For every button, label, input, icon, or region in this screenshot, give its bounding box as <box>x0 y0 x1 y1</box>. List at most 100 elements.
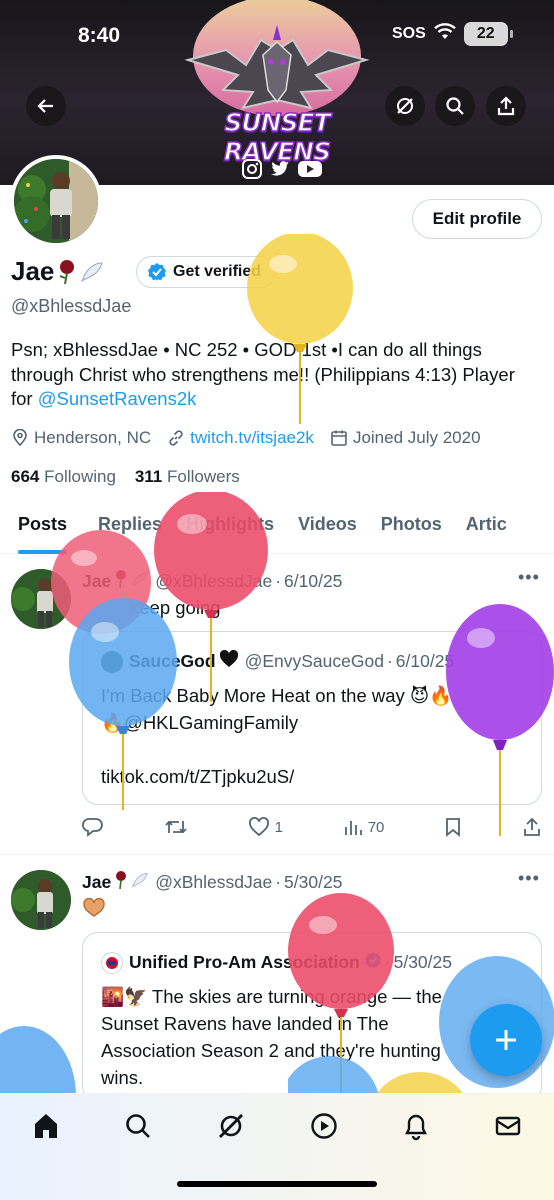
website-link[interactable]: twitch.tv/itsjae2k <box>190 428 314 448</box>
post-actions: 1 70 <box>82 817 542 837</box>
compose-button[interactable] <box>470 1004 542 1076</box>
tab-articles[interactable]: Artic <box>466 500 507 553</box>
post-avatar[interactable] <box>11 569 71 629</box>
repost-icon <box>165 820 187 834</box>
plus-icon <box>496 1030 516 1050</box>
post-dot: · <box>275 571 282 591</box>
tab-highlights[interactable]: Highlights <box>186 500 274 553</box>
quote-line-3[interactable]: tiktok.com/t/ZTjpku2uS/ <box>101 763 531 790</box>
more-options-icon[interactable]: ••• <box>518 868 540 889</box>
quote-dot: · <box>384 952 391 972</box>
post-item[interactable]: Jae @xBhlessdJae · 6/10/25 ••• keep goin… <box>0 555 554 855</box>
wifi-icon <box>433 22 456 46</box>
fire-icon: 🔥 <box>429 685 453 706</box>
location-text: Henderson, NC <box>34 428 152 447</box>
quote-author-name: SauceGod <box>129 651 216 671</box>
profile-meta: Henderson, NC twitch.tv/itsjae2k Joined … <box>11 428 497 448</box>
black-heart-icon <box>219 649 239 673</box>
repost-button[interactable] <box>164 817 188 837</box>
following-link[interactable]: 664 Following <box>11 467 116 486</box>
link-icon <box>169 430 183 446</box>
quote-handle: @EnvySauceGod <box>244 651 384 671</box>
website-item[interactable]: twitch.tv/itsjae2k <box>167 428 314 448</box>
more-options-icon[interactable]: ••• <box>518 567 540 588</box>
profile-bio: Psn; xBhlessdJae • NC 252 • GOD 1st •I c… <box>11 338 541 412</box>
search-button[interactable] <box>435 86 475 126</box>
views-button[interactable]: 70 <box>343 817 384 837</box>
post-item[interactable]: Jae @xBhlessdJae · 5/30/25 ••• Unified P… <box>0 856 554 1102</box>
nav-home[interactable] <box>28 1108 64 1144</box>
quoted-post[interactable]: Unified Pro-Am Association · 5/30/25 🌇🦅 … <box>82 932 542 1102</box>
nav-search[interactable] <box>120 1108 156 1144</box>
wilted-rose-icon <box>113 569 129 594</box>
post-header: Jae @xBhlessdJae · 5/30/25 <box>82 870 342 895</box>
followers-link[interactable]: 311 Followers <box>135 467 240 486</box>
bookmark-button[interactable] <box>444 817 462 837</box>
quote-dot: · <box>386 651 393 671</box>
followers-count: 311 <box>134 467 163 486</box>
get-verified-button[interactable]: Get verified <box>136 256 277 288</box>
location-pin-icon <box>13 429 27 447</box>
bio-mention-link[interactable]: @SunsetRavens2k <box>38 388 197 409</box>
calendar-icon <box>331 430 347 446</box>
nav-notifications[interactable] <box>398 1108 434 1144</box>
share-button[interactable] <box>486 86 526 126</box>
quote-avatar <box>101 951 123 974</box>
like-button[interactable]: 1 <box>248 817 283 837</box>
quote-line-3: Association Season 2 and they're hunting <box>101 1040 441 1061</box>
home-indicator <box>177 1181 377 1187</box>
nav-messages[interactable] <box>490 1108 526 1144</box>
post-date: 6/10/25 <box>284 571 343 591</box>
wilted-rose-icon <box>56 259 78 285</box>
post-author-name[interactable]: Jae <box>82 872 111 893</box>
youtube-icon <box>297 158 322 180</box>
smiling-devil-icon: 😈 <box>409 685 430 706</box>
tab-posts[interactable]: Posts <box>18 500 68 554</box>
home-icon <box>35 1114 57 1138</box>
banner-socials <box>238 158 322 182</box>
post-avatar[interactable] <box>11 870 71 930</box>
quote-line-1: I'm Back Baby More Heat on the way <box>101 685 405 706</box>
views-chart-icon <box>344 821 362 835</box>
nav-grok[interactable] <box>213 1108 249 1144</box>
reply-button[interactable] <box>82 817 104 837</box>
post-dot: · <box>275 872 282 892</box>
instagram-icon <box>241 158 263 180</box>
quote-line-2[interactable]: @HKLGamingFamily <box>124 712 298 733</box>
follow-stats: 664 Following 311 Followers <box>11 467 240 487</box>
profile-name-row: Jae <box>11 256 104 287</box>
back-button[interactable] <box>26 86 66 126</box>
following-count: 664 <box>11 467 40 486</box>
fire-icon: 🔥 <box>101 712 125 733</box>
post-header: Jae @xBhlessdJae · 6/10/25 <box>82 569 342 594</box>
quote-header: Unified Pro-Am Association · 5/30/25 <box>101 951 452 974</box>
back-arrow-icon <box>37 99 53 113</box>
post-date: 5/30/25 <box>284 872 343 892</box>
followers-label: Followers <box>167 467 240 486</box>
profile-avatar[interactable] <box>10 155 102 247</box>
tab-photos[interactable]: Photos <box>381 500 442 553</box>
post-text: keep going <box>130 597 221 618</box>
edit-profile-button[interactable]: Edit profile <box>412 199 542 239</box>
tab-videos[interactable]: Videos <box>298 500 357 553</box>
joined-text: Joined July 2020 <box>352 428 481 447</box>
share-post-button[interactable] <box>522 817 542 837</box>
post-author-name[interactable]: Jae <box>82 571 111 592</box>
post-handle: @xBhlessdJae <box>155 872 273 892</box>
grok-button[interactable] <box>385 86 425 126</box>
quoted-post[interactable]: SauceGod @EnvySauceGod · 6/10/25 I'm Bac… <box>82 631 542 805</box>
sos-label: SOS <box>392 25 426 42</box>
tab-replies[interactable]: Replies <box>98 500 162 553</box>
mail-icon <box>495 1116 521 1136</box>
nav-video[interactable] <box>306 1108 342 1144</box>
quote-author-name: Unified Pro-Am Association <box>129 952 360 972</box>
bell-icon <box>405 1114 427 1141</box>
verified-badge-icon <box>148 263 166 281</box>
search-icon <box>446 97 464 115</box>
quote-date: 5/30/25 <box>393 952 452 972</box>
wing-icon <box>80 261 104 283</box>
heart-hands-icon <box>82 897 106 923</box>
quote-body: I'm Back Baby More Heat on the way 😈🔥 🔥@… <box>101 682 531 790</box>
grok-icon <box>219 1114 243 1138</box>
heart-icon <box>248 817 269 837</box>
